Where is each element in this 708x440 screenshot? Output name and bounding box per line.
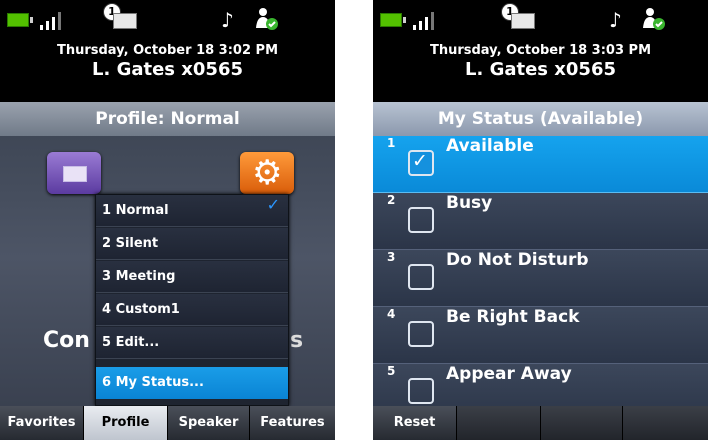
row-number: 2 xyxy=(387,193,396,207)
menu-item-label: Normal xyxy=(115,203,169,218)
battery-icon xyxy=(380,13,406,27)
envelope-icon xyxy=(511,13,535,29)
softkey-profile[interactable]: Profile xyxy=(84,406,168,440)
background-label: Con xyxy=(43,328,90,353)
checkbox[interactable] xyxy=(408,378,434,404)
menu-item-label: Silent xyxy=(115,236,159,251)
softkey-favorites[interactable]: Favorites xyxy=(0,406,84,440)
page-title: Profile: Normal xyxy=(0,102,335,136)
row-label: Appear Away xyxy=(446,364,572,384)
row-label: Be Right Back xyxy=(446,307,580,327)
settings-tile[interactable]: ⚙ xyxy=(240,152,294,194)
row-number: 5 xyxy=(387,364,396,378)
background-label-suffix: s xyxy=(290,328,304,353)
voicemail-icon[interactable]: 1 xyxy=(103,3,139,35)
softkey-speaker[interactable]: Speaker xyxy=(168,406,250,440)
checkmark-icon: ✓ xyxy=(266,195,280,214)
status-bar: 1 ♪ xyxy=(373,0,708,38)
checkmark-icon: ✓ xyxy=(412,150,428,172)
menu-item-number: 2 xyxy=(102,236,112,251)
phone-header: Thursday, October 18 3:02 PM L. Gates x0… xyxy=(0,38,335,102)
menu-item-silent[interactable]: 2 Silent xyxy=(96,228,288,260)
checkbox[interactable] xyxy=(408,264,434,290)
row-number: 3 xyxy=(387,250,396,264)
row-number: 1 xyxy=(387,136,396,150)
softkey-bar: Favorites Profile Speaker Features xyxy=(0,406,335,440)
status-option-appear-away[interactable]: 5 Appear Away xyxy=(373,364,708,406)
profile-menu: 1 Normal ✓ 2 Silent 3 Meeting 4 Custom1 … xyxy=(95,194,289,406)
menu-item-number: 3 xyxy=(102,269,112,284)
softkey-empty xyxy=(623,406,708,440)
menu-item-number: 1 xyxy=(102,203,112,218)
signal-icon xyxy=(413,10,443,30)
softkey-features[interactable]: Features xyxy=(250,406,335,440)
row-label: Available xyxy=(446,136,534,156)
voicemail-icon[interactable]: 1 xyxy=(501,3,537,35)
user-line-label: L. Gates x0565 xyxy=(92,59,243,80)
checkbox[interactable]: ✓ xyxy=(408,150,434,176)
status-option-be-right-back[interactable]: 4 Be Right Back xyxy=(373,307,708,364)
status-bar: 1 ♪ xyxy=(0,0,335,38)
menu-item-normal[interactable]: 1 Normal ✓ xyxy=(96,195,288,227)
checkbox[interactable] xyxy=(408,321,434,347)
status-option-busy[interactable]: 2 Busy xyxy=(373,193,708,250)
messages-tile[interactable] xyxy=(47,152,101,194)
phone-screen-my-status: 1 ♪ Thursday, October 18 3:03 PM L. Gate… xyxy=(373,0,708,440)
menu-item-number: 4 xyxy=(102,302,112,317)
status-option-do-not-disturb[interactable]: 3 Do Not Disturb xyxy=(373,250,708,307)
row-label: Do Not Disturb xyxy=(446,250,589,270)
phone-screen-profile: 1 ♪ Thursday, October 18 3:02 PM L. Gate… xyxy=(0,0,335,440)
status-option-available[interactable]: 1 ✓ Available xyxy=(373,136,708,193)
menu-item-meeting[interactable]: 3 Meeting xyxy=(96,261,288,293)
music-note-icon: ♪ xyxy=(609,8,622,32)
menu-item-custom1[interactable]: 4 Custom1 xyxy=(96,294,288,326)
music-note-icon: ♪ xyxy=(221,8,234,32)
menu-item-label: Custom1 xyxy=(115,302,180,317)
phone-header: Thursday, October 18 3:03 PM L. Gates x0… xyxy=(373,38,708,102)
softkey-bar: Reset xyxy=(373,406,708,440)
menu-item-label: My Status... xyxy=(115,375,204,390)
signal-icon xyxy=(40,10,70,30)
softkey-empty xyxy=(541,406,623,440)
menu-item-edit[interactable]: 5 Edit... xyxy=(96,327,288,359)
menu-item-my-status[interactable]: 6 My Status... xyxy=(96,367,288,399)
presence-icon xyxy=(256,8,278,30)
envelope-icon xyxy=(113,13,137,29)
date-time: Thursday, October 18 3:03 PM xyxy=(429,43,652,58)
row-number: 4 xyxy=(387,307,396,321)
row-label: Busy xyxy=(446,193,493,213)
softkey-empty xyxy=(457,406,541,440)
checkbox[interactable] xyxy=(408,207,434,233)
status-list: 1 ✓ Available 2 Busy 3 Do Not Disturb 4 … xyxy=(373,136,708,406)
menu-item-label: Meeting xyxy=(115,269,176,284)
softkey-reset[interactable]: Reset xyxy=(373,406,457,440)
date-time: Thursday, October 18 3:02 PM xyxy=(56,43,279,58)
gear-icon: ⚙ xyxy=(252,153,283,193)
menu-item-label: Edit... xyxy=(115,335,160,350)
menu-item-number: 6 xyxy=(102,375,112,390)
menu-item-number: 5 xyxy=(102,335,112,350)
presence-icon xyxy=(643,8,665,30)
battery-icon xyxy=(7,13,33,27)
envelope-icon xyxy=(63,166,87,182)
page-title: My Status (Available) xyxy=(373,102,708,136)
user-line-label: L. Gates x0565 xyxy=(465,59,616,80)
